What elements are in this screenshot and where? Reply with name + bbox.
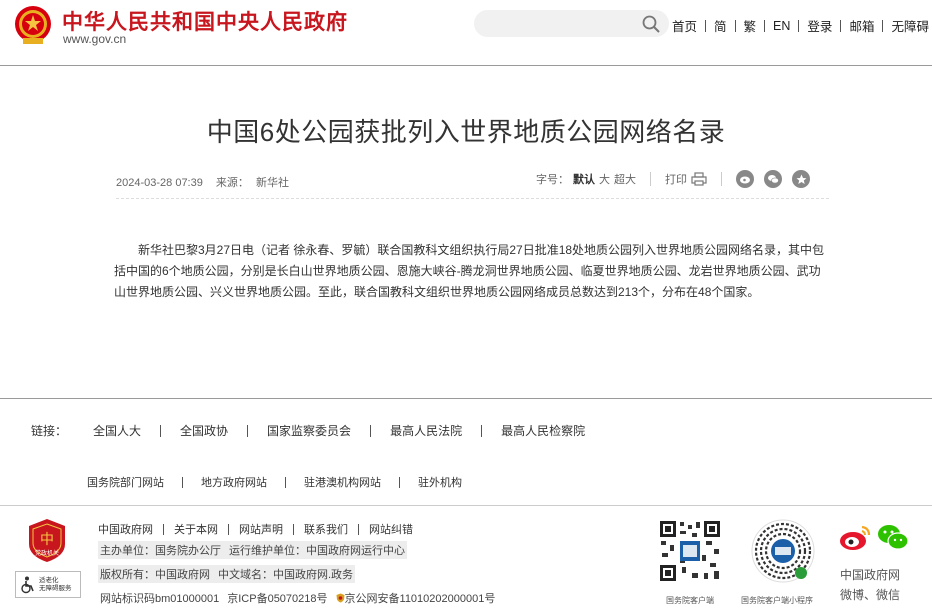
divider <box>705 19 707 32</box>
top-nav: 首页 简 繁 EN 登录 邮箱 无障碍 <box>672 16 929 35</box>
social-caption: 中国政府网 微博、微信 <box>840 565 900 605</box>
article-date: 2024-03-28 07:39 <box>116 177 203 189</box>
police-link[interactable]: 京公网安备11010202000001号 <box>345 593 496 605</box>
font-size-default[interactable]: 默认 <box>573 171 595 187</box>
social-caption-2: 微博、微信 <box>840 588 901 602</box>
wechat-share-icon[interactable] <box>764 170 782 188</box>
divider <box>399 476 400 488</box>
article-title: 中国6处公园获批列入世界地质公园网络名录 <box>206 117 726 147</box>
wechat-icon[interactable] <box>876 523 910 551</box>
police-badge-icon <box>336 593 345 603</box>
search-icon[interactable] <box>641 14 661 34</box>
article-source: 新华社 <box>255 177 289 189</box>
miniprogram-qr-code <box>751 519 815 583</box>
site-header: 中华人民共和国中央人民政府 www.gov.cn 首页 简 繁 EN 登录 邮箱… <box>0 0 932 58</box>
search-input[interactable] <box>474 10 669 37</box>
printer-icon <box>691 172 707 186</box>
divider <box>481 424 483 437</box>
site-id-text: 网站标识码bm01000001 <box>100 593 220 605</box>
nav-mail[interactable]: 邮箱 <box>849 16 874 35</box>
divider <box>882 19 884 32</box>
links-label: 链接： <box>31 424 68 438</box>
copyright-text: 版权所有：中国政府网 <box>100 569 210 581</box>
national-emblem-icon[interactable] <box>13 4 53 46</box>
divider <box>163 523 164 535</box>
icp-link[interactable]: 京ICP备05070218号 <box>227 593 327 605</box>
miniprogram-qr-caption: 国务院客户端小程序 <box>741 596 813 605</box>
nav-accessibility[interactable]: 无障碍 <box>891 16 929 35</box>
accessibility-line-1: 适老化 <box>39 576 59 584</box>
font-size-xlarge[interactable]: 超大 <box>614 171 636 187</box>
source-label: 来源： <box>215 177 249 189</box>
domain-text: 中文域名：中国政府网.政务 <box>218 569 354 581</box>
font-size-label: 字号： <box>536 174 569 186</box>
favorite-share-icon[interactable] <box>792 170 810 188</box>
link-local-sites[interactable]: 地方政府网站 <box>201 474 267 490</box>
divider <box>293 523 294 535</box>
link-overseas-sites[interactable]: 驻外机构 <box>418 474 462 490</box>
footer-link-gov[interactable]: 中国政府网 <box>98 521 153 537</box>
wheelchair-icon <box>21 576 34 593</box>
app-qr-caption: 国务院客户端 <box>666 596 714 605</box>
footer-divider <box>0 398 932 399</box>
operator-text: 运行维护单位：中国政府网运行中心 <box>229 545 405 557</box>
app-qr-code <box>658 519 722 583</box>
footer-nav: 中国政府网 关于本网 网站声明 联系我们 网站纠错 <box>98 521 413 537</box>
link-nsc[interactable]: 国家监察委员会 <box>267 422 351 439</box>
divider <box>247 424 249 437</box>
font-size-large[interactable]: 大 <box>599 171 610 187</box>
footer-sponsor-row: 主办单位：国务院办公厅 运行维护单位：中国政府网运行中心 <box>98 541 407 559</box>
link-court[interactable]: 最高人民法院 <box>390 422 462 439</box>
elderly-accessibility-button[interactable]: 适老化 无障碍服务 <box>15 571 81 598</box>
divider <box>358 523 359 535</box>
divider <box>160 424 162 437</box>
site-url: www.gov.cn <box>63 32 127 46</box>
footer-registration-row: 网站标识码bm01000001 京ICP备05070218号 京公网安备110102… <box>98 589 497 607</box>
divider <box>285 476 286 488</box>
footer-link-correction[interactable]: 网站纠错 <box>369 521 413 537</box>
divider <box>370 424 372 437</box>
link-npc[interactable]: 全国人大 <box>93 422 141 439</box>
sponsor-text: 主办单位：国务院办公厅 <box>100 545 221 557</box>
link-cppcc[interactable]: 全国政协 <box>180 422 228 439</box>
weibo-share-icon[interactable] <box>736 170 754 188</box>
badge-text: 党政机关 <box>35 549 59 557</box>
footer-divider-2 <box>0 505 932 506</box>
related-links: 链接： 全国人大 全国政协 国家监察委员会 最高人民法院 最高人民检察院 <box>31 422 585 439</box>
header-divider <box>0 65 932 66</box>
print-label: 打印 <box>665 174 687 186</box>
divider <box>650 172 651 186</box>
divider <box>840 19 842 32</box>
nav-english[interactable]: EN <box>773 19 790 33</box>
nav-home[interactable]: 首页 <box>672 16 697 35</box>
weibo-icon[interactable] <box>838 523 872 551</box>
article-tools: 字号： 默认 大 超大 打印 <box>536 170 810 188</box>
divider <box>182 476 183 488</box>
article-body: 新华社巴黎3月27日电（记者 徐永春、罗毓）联合国教科文组织执行局27日批准18… <box>114 243 825 299</box>
party-gov-badge-icon[interactable]: 中 党政机关 <box>27 518 67 563</box>
accessibility-line-2: 无障碍服务 <box>39 584 72 592</box>
site-group-links: 国务院部门网站 地方政府网站 驻港澳机构网站 驻外机构 <box>87 474 462 490</box>
svg-text:中: 中 <box>40 532 54 548</box>
nav-simplified[interactable]: 简 <box>714 16 727 35</box>
article-meta: 2024-03-28 07:39 来源： 新华社 <box>116 174 299 190</box>
link-procuratorate[interactable]: 最高人民检察院 <box>501 422 585 439</box>
nav-traditional[interactable]: 繁 <box>744 16 757 35</box>
divider <box>764 19 766 32</box>
footer-link-about[interactable]: 关于本网 <box>174 521 218 537</box>
link-hkmo-sites[interactable]: 驻港澳机构网站 <box>304 474 381 490</box>
footer-link-contact[interactable]: 联系我们 <box>304 521 348 537</box>
meta-divider <box>116 198 829 199</box>
footer-link-statement[interactable]: 网站声明 <box>239 521 283 537</box>
divider <box>734 19 736 32</box>
footer-copyright-row: 版权所有：中国政府网 中文域名：中国政府网.政务 <box>98 565 356 583</box>
link-dept-sites[interactable]: 国务院部门网站 <box>87 474 164 490</box>
divider <box>798 19 800 32</box>
nav-login[interactable]: 登录 <box>807 16 832 35</box>
divider <box>228 523 229 535</box>
print-button[interactable]: 打印 <box>665 171 707 187</box>
divider <box>721 172 722 186</box>
social-caption-1: 中国政府网 <box>840 568 901 582</box>
